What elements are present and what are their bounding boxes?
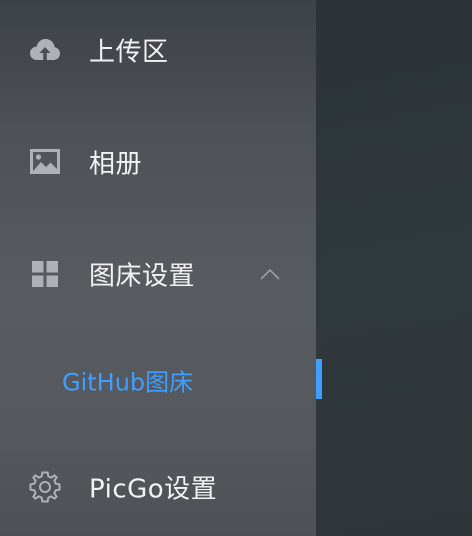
submenu-item-github-bed-label: GitHub图床 [62,368,194,397]
menu-item-picgo-settings-label: PicGo设置 [89,474,218,505]
gear-icon [28,470,62,504]
menu-item-bed-settings[interactable]: 图床设置 [0,246,316,302]
cloud-upload-icon [28,33,62,67]
active-item-indicator [316,359,322,399]
main-content [316,0,472,536]
menu-item-gallery-label: 相册 [89,149,143,180]
menu-item-gallery[interactable]: 相册 [0,134,316,190]
menu-item-bed-settings-label: 图床设置 [89,261,196,292]
chevron-up-icon[interactable] [258,266,282,282]
picture-icon [28,145,62,179]
app-window: 上传区 相册 图床设置 GitHub图床 PicGo设置 [0,0,472,536]
menu-item-picgo-settings[interactable]: PicGo设置 [0,459,316,515]
submenu-item-github-bed[interactable]: GitHub图床 [0,352,316,408]
menu-item-upload[interactable]: 上传区 [0,22,316,78]
menu-item-upload-label: 上传区 [89,37,169,68]
sidebar: 上传区 相册 图床设置 GitHub图床 PicGo设置 [0,0,316,536]
grid-icon [28,257,62,291]
